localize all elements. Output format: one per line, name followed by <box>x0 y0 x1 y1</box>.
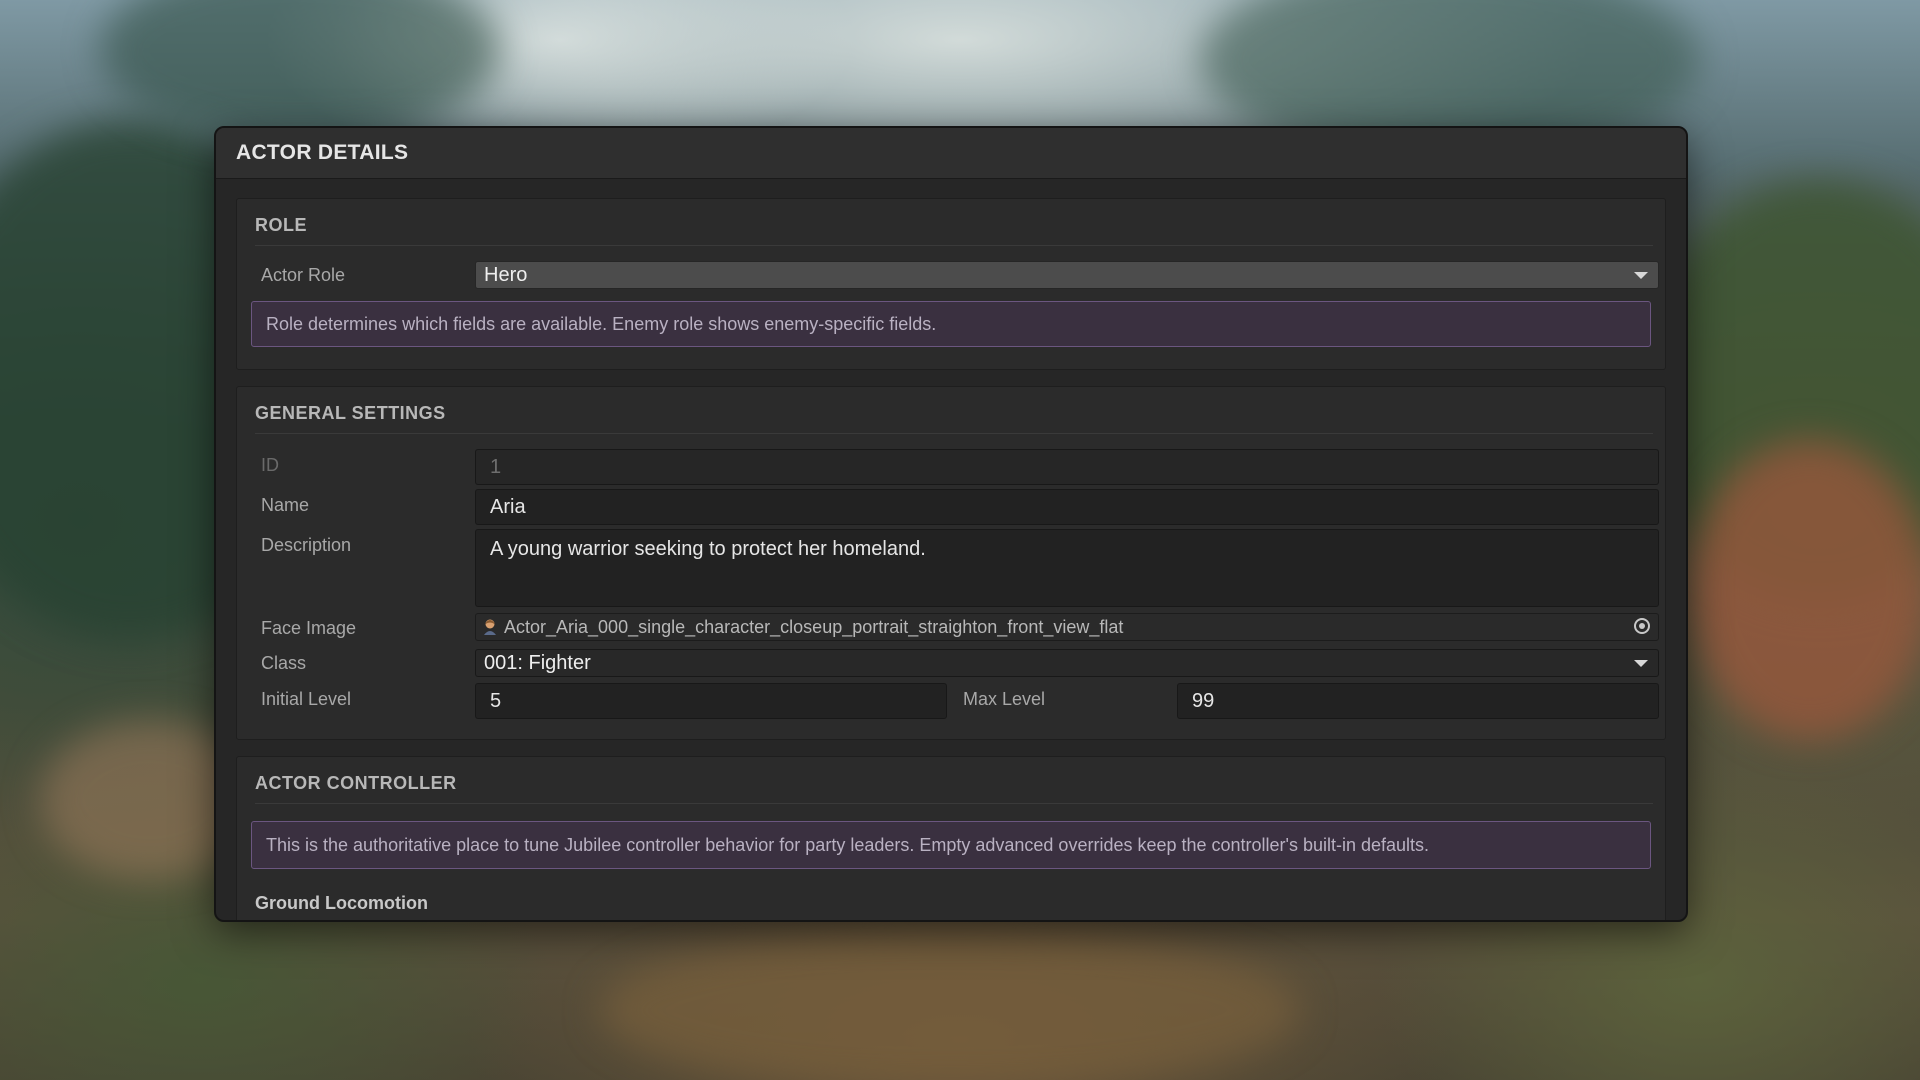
chevron-down-icon <box>1634 272 1648 279</box>
max-level-label: Max Level <box>963 689 1046 709</box>
section-divider <box>255 433 1653 434</box>
actor-role-label: Actor Role <box>261 265 346 285</box>
panel-title: ACTOR DETAILS <box>236 141 409 164</box>
class-dropdown[interactable]: 001: Fighter <box>475 649 1659 677</box>
face-image-label: Face Image <box>261 618 357 638</box>
actor-controller-section: ACTOR CONTROLLER This is the authoritati… <box>236 756 1666 920</box>
bg-mountain-left <box>100 0 500 140</box>
controller-info-box: This is the authoritative place to tune … <box>251 821 1651 869</box>
role-info-text: Role determines which fields are availab… <box>266 313 937 334</box>
max-level-value: 99 <box>1192 689 1215 712</box>
general-section-title: GENERAL SETTINGS <box>255 403 446 423</box>
bg-path <box>600 930 1300 1080</box>
actor-role-value: Hero <box>484 263 528 286</box>
panel-header: ACTOR DETAILS <box>216 128 1686 179</box>
actor-role-dropdown[interactable]: Hero <box>475 261 1659 289</box>
actor-details-panel: ACTOR DETAILS ROLE Actor Role Hero Role … <box>214 126 1688 922</box>
description-label: Description <box>261 535 352 555</box>
name-input[interactable]: Aria <box>475 489 1659 525</box>
role-section: ROLE Actor Role Hero Role determines whi… <box>236 198 1666 370</box>
id-field: 1 <box>475 449 1659 485</box>
name-label: Name <box>261 495 310 515</box>
controller-section-title: ACTOR CONTROLLER <box>255 773 457 793</box>
chevron-down-icon <box>1634 660 1648 667</box>
ground-locomotion-heading: Ground Locomotion <box>255 893 428 913</box>
role-info-box: Role determines which fields are availab… <box>251 301 1651 347</box>
bg-house-roof <box>1690 440 1920 740</box>
controller-info-text: This is the authoritative place to tune … <box>266 834 1430 855</box>
portrait-icon <box>484 619 496 635</box>
name-value: Aria <box>490 495 526 518</box>
face-image-value: Actor_Aria_000_single_character_closeup_… <box>504 616 1124 637</box>
initial-level-input[interactable]: 5 <box>475 683 947 719</box>
description-value: A young warrior seeking to protect her h… <box>490 538 926 560</box>
section-divider <box>255 803 1653 804</box>
initial-level-label: Initial Level <box>261 689 352 709</box>
face-image-field[interactable]: Actor_Aria_000_single_character_closeup_… <box>475 613 1659 641</box>
description-textarea[interactable]: A young warrior seeking to protect her h… <box>475 529 1659 607</box>
id-value: 1 <box>490 455 502 478</box>
class-label: Class <box>261 653 307 673</box>
id-label: ID <box>261 455 279 475</box>
general-settings-section: GENERAL SETTINGS ID 1 Name Aria Descript… <box>236 386 1666 740</box>
class-value: 001: Fighter <box>484 651 591 674</box>
max-level-input[interactable]: 99 <box>1177 683 1659 719</box>
role-section-title: ROLE <box>255 215 308 235</box>
initial-level-value: 5 <box>490 689 502 712</box>
object-picker-icon[interactable] <box>1634 618 1650 634</box>
section-divider <box>255 245 1653 246</box>
